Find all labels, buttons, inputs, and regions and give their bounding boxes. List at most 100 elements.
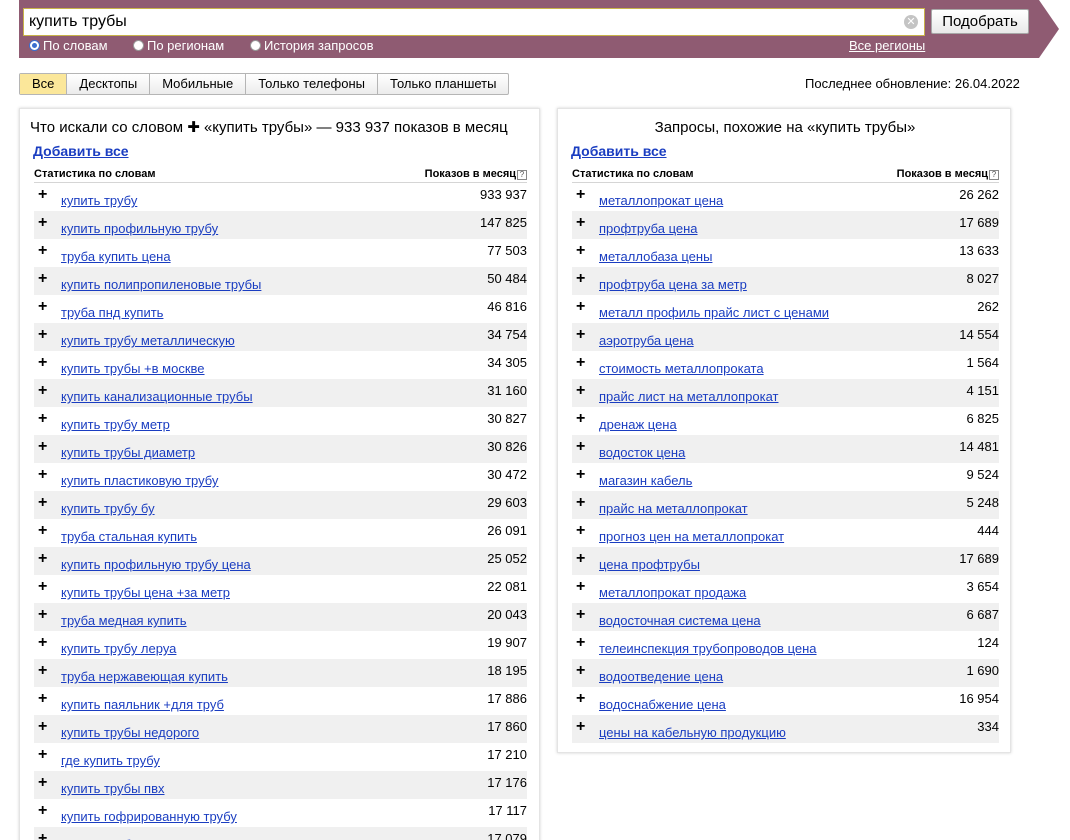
- add-phrase-plus-icon[interactable]: +: [38, 663, 48, 679]
- phrase-link[interactable]: водосточная система цена: [599, 613, 761, 629]
- add-phrase-plus-icon[interactable]: +: [38, 299, 48, 315]
- phrase-link[interactable]: купить трубу метр: [61, 417, 170, 433]
- submit-button[interactable]: Подобрать: [931, 9, 1029, 34]
- add-phrase-plus-icon[interactable]: +: [38, 355, 48, 371]
- add-phrase-plus-icon[interactable]: +: [576, 271, 586, 287]
- add-phrase-plus-icon[interactable]: +: [576, 467, 586, 483]
- phrase-link[interactable]: купить трубы пвх: [61, 781, 165, 797]
- phrase-link[interactable]: дренаж цена: [599, 417, 677, 433]
- phrase-link[interactable]: аэротруба цена: [599, 333, 694, 349]
- add-phrase-plus-icon[interactable]: +: [576, 579, 586, 595]
- phrase-link[interactable]: купить гофрированную трубу: [61, 809, 237, 825]
- phrase-link[interactable]: водоотведение цена: [599, 669, 723, 685]
- add-phrase-plus-icon[interactable]: +: [38, 775, 48, 791]
- add-all-link[interactable]: Добавить все: [571, 143, 667, 159]
- add-phrase-plus-icon[interactable]: +: [38, 607, 48, 623]
- phrase-link[interactable]: телеинспекция трубопроводов цена: [599, 641, 817, 657]
- add-phrase-plus-icon[interactable]: +: [576, 299, 586, 315]
- add-phrase-plus-icon[interactable]: +: [38, 747, 48, 763]
- add-phrase-plus-icon[interactable]: +: [38, 243, 48, 259]
- add-phrase-plus-icon[interactable]: +: [38, 411, 48, 427]
- mode-by-words-radio[interactable]: По словам: [29, 38, 108, 54]
- phrase-link[interactable]: купить канализационные трубы: [61, 389, 253, 405]
- tab-phones-only[interactable]: Только телефоны: [246, 74, 379, 94]
- phrase-link[interactable]: купить пластиковую трубу: [61, 473, 218, 489]
- add-phrase-plus-icon[interactable]: +: [38, 523, 48, 539]
- clear-search-icon[interactable]: ✕: [904, 15, 918, 29]
- add-phrase-plus-icon[interactable]: +: [576, 635, 586, 651]
- phrase-link[interactable]: стоимость металлопроката: [599, 361, 764, 377]
- add-phrase-plus-icon[interactable]: +: [38, 551, 48, 567]
- help-icon[interactable]: ?: [989, 170, 999, 180]
- phrase-link[interactable]: купить трубу металлическую: [61, 333, 235, 349]
- phrase-link[interactable]: металлобаза цены: [599, 249, 712, 265]
- add-phrase-plus-icon[interactable]: +: [38, 831, 48, 840]
- add-phrase-plus-icon[interactable]: +: [38, 719, 48, 735]
- phrase-link[interactable]: труба стальная купить: [61, 529, 197, 545]
- phrase-link[interactable]: профтруба цена за метр: [599, 277, 747, 293]
- add-phrase-plus-icon[interactable]: +: [576, 187, 586, 203]
- add-all-link[interactable]: Добавить все: [33, 143, 129, 159]
- add-phrase-plus-icon[interactable]: +: [38, 803, 48, 819]
- phrase-link[interactable]: магазин кабель: [599, 473, 692, 489]
- add-phrase-plus-icon[interactable]: +: [576, 411, 586, 427]
- add-phrase-plus-icon[interactable]: +: [38, 383, 48, 399]
- phrase-link[interactable]: купить трубу: [61, 193, 137, 209]
- add-phrase-plus-icon[interactable]: +: [576, 327, 586, 343]
- phrase-link[interactable]: купить трубу бу: [61, 501, 155, 517]
- add-phrase-plus-icon[interactable]: +: [38, 327, 48, 343]
- tab-desktops[interactable]: Десктопы: [67, 74, 151, 94]
- phrase-link[interactable]: купить трубы недорого: [61, 725, 199, 741]
- phrase-link[interactable]: труба пнд купить: [61, 305, 163, 321]
- phrase-link[interactable]: где купить трубу: [61, 753, 160, 769]
- add-phrase-plus-icon[interactable]: +: [38, 271, 48, 287]
- add-phrase-plus-icon[interactable]: +: [38, 215, 48, 231]
- tab-tablets-only[interactable]: Только планшеты: [378, 74, 508, 94]
- phrase-link[interactable]: профтруба цена: [599, 221, 698, 237]
- add-phrase-plus-icon[interactable]: +: [38, 439, 48, 455]
- add-phrase-plus-icon[interactable]: +: [576, 607, 586, 623]
- phrase-link[interactable]: металлопрокат продажа: [599, 585, 746, 601]
- add-phrase-plus-icon[interactable]: +: [576, 719, 586, 735]
- add-phrase-plus-icon[interactable]: +: [38, 635, 48, 651]
- phrase-link[interactable]: цены на кабельную продукцию: [599, 725, 786, 741]
- add-phrase-plus-icon[interactable]: +: [576, 383, 586, 399]
- phrase-link[interactable]: купить полипропиленовые трубы: [61, 277, 261, 293]
- search-input[interactable]: купить трубы: [23, 8, 925, 36]
- phrase-link[interactable]: купить профильную трубу: [61, 221, 218, 237]
- phrase-link[interactable]: металлопрокат цена: [599, 193, 723, 209]
- mode-history-radio[interactable]: История запросов: [250, 38, 374, 54]
- add-phrase-plus-icon[interactable]: +: [576, 691, 586, 707]
- phrase-link[interactable]: труба нержавеющая купить: [61, 669, 228, 685]
- phrase-link[interactable]: труба медная купить: [61, 613, 187, 629]
- phrase-link[interactable]: прогноз цен на металлопрокат: [599, 529, 784, 545]
- add-phrase-plus-icon[interactable]: +: [576, 439, 586, 455]
- add-phrase-plus-icon[interactable]: +: [576, 551, 586, 567]
- add-phrase-plus-icon[interactable]: +: [576, 523, 586, 539]
- phrase-link[interactable]: прайс лист на металлопрокат: [599, 389, 779, 405]
- phrase-link[interactable]: водоснабжение цена: [599, 697, 726, 713]
- add-phrase-plus-icon[interactable]: +: [576, 663, 586, 679]
- phrase-link[interactable]: металл профиль прайс лист с ценами: [599, 305, 829, 321]
- tab-all[interactable]: Все: [20, 74, 68, 94]
- all-regions-link[interactable]: Все регионы: [849, 38, 925, 54]
- add-phrase-plus-icon[interactable]: +: [38, 495, 48, 511]
- phrase-link[interactable]: купить трубы +в москве: [61, 361, 205, 377]
- add-phrase-plus-icon[interactable]: +: [576, 355, 586, 371]
- phrase-link[interactable]: купить паяльник +для труб: [61, 697, 224, 713]
- add-phrase-plus-icon[interactable]: +: [576, 243, 586, 259]
- phrase-link[interactable]: купить трубы диаметр: [61, 445, 195, 461]
- add-phrase-plus-icon[interactable]: +: [576, 495, 586, 511]
- add-phrase-plus-icon[interactable]: +: [38, 579, 48, 595]
- phrase-link[interactable]: водосток цена: [599, 445, 685, 461]
- mode-by-regions-radio[interactable]: По регионам: [133, 38, 224, 54]
- phrase-link[interactable]: купить трубы цена +за метр: [61, 585, 230, 601]
- help-icon[interactable]: ?: [517, 170, 527, 180]
- add-phrase-plus-icon[interactable]: +: [38, 691, 48, 707]
- add-phrase-plus-icon[interactable]: +: [576, 215, 586, 231]
- add-phrase-plus-icon[interactable]: +: [38, 467, 48, 483]
- phrase-link[interactable]: прайс на металлопрокат: [599, 501, 748, 517]
- phrase-link[interactable]: труба купить цена: [61, 249, 171, 265]
- phrase-link[interactable]: купить профильную трубу цена: [61, 557, 251, 573]
- phrase-link[interactable]: купить трубу леруа: [61, 641, 176, 657]
